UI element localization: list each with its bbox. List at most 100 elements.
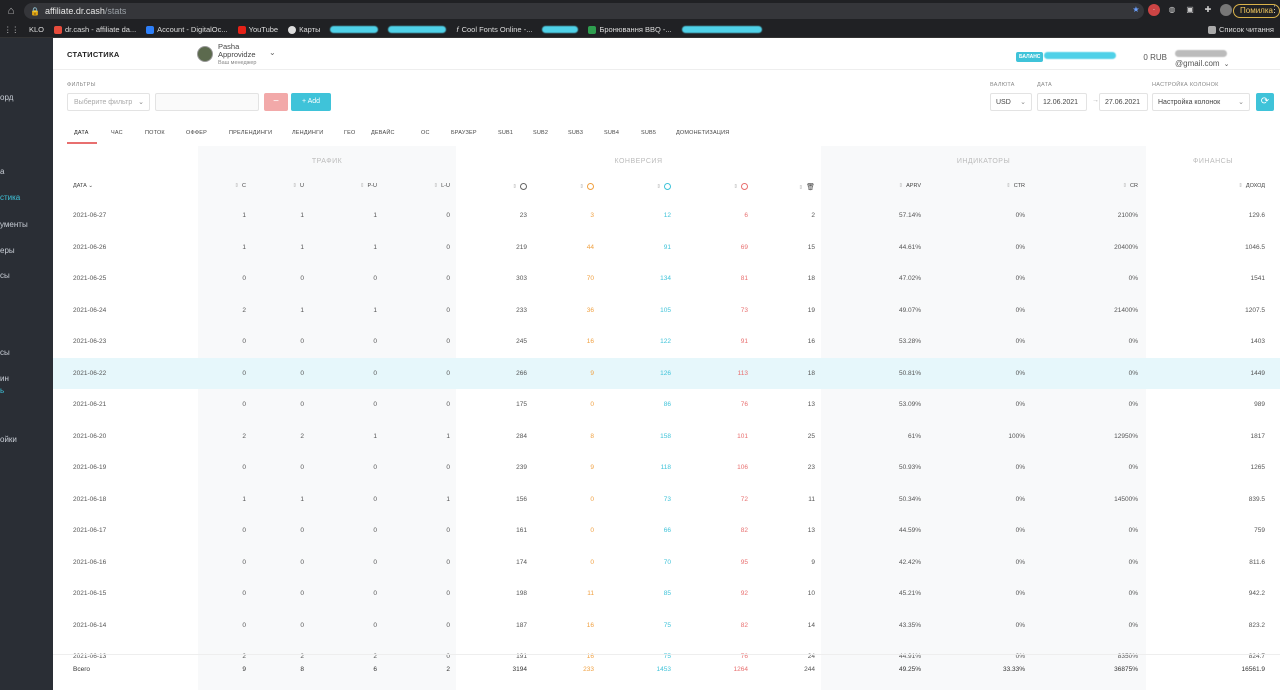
table-row[interactable]: 2021-06-21 0 0 0 0 175 0 86 76 13 53.09% 0% 0% 989 (53, 389, 1280, 421)
reading-list[interactable]: Список читання (1207, 25, 1274, 34)
tab-лендинги[interactable]: ЛЕНДИНГИ (292, 126, 323, 144)
header-доход[interactable]: ⇕ ДОХОД (1205, 183, 1265, 189)
header-aprv[interactable]: ⇕ APRV (861, 183, 922, 189)
sort-icon[interactable]: ⇕ (234, 183, 239, 189)
table-row[interactable]: 2021-06-24 2 1 1 0 233 36 105 73 19 49.07% 0% 21400%… (53, 295, 1280, 327)
sort-icon[interactable]: ⇕ (360, 183, 365, 189)
sort-icon[interactable]: ⇕ (656, 184, 661, 190)
filter-value-input[interactable] (155, 93, 259, 111)
table-row[interactable]: 2021-06-23 0 0 0 0 245 16 122 91 16 53.28% 0% 0% 1403 (53, 326, 1280, 358)
tab-sub2[interactable]: SUB2 (533, 126, 548, 144)
header-clock[interactable]: ⇕ (534, 183, 594, 190)
filter-select[interactable]: Выберите фильтр ⌄ (67, 93, 150, 111)
header-u[interactable]: ⇕ U (244, 183, 304, 189)
sidebar-item-subitem[interactable]: ь (0, 386, 4, 395)
table-row[interactable]: 2021-06-22 0 0 0 0 266 9 126 113 18 50.81% 0% 0% 1449 (53, 357, 1280, 389)
sort-icon[interactable]: ⇕ (579, 184, 584, 190)
address-bar[interactable]: 🔒 affiliate.dr.cash/stats (24, 3, 1144, 19)
table-row[interactable]: 2021-06-20 2 2 1 1 284 8 158 101 25 61% 100% 12950% 1… (53, 421, 1280, 453)
sidebar-item-offers[interactable]: еры (0, 246, 15, 255)
header-circle[interactable]: ⇕ (467, 183, 527, 190)
sort-icon[interactable]: ⇕ (292, 183, 297, 189)
table-row[interactable]: 2021-06-27 1 1 1 0 23 3 12 6 2 57.14% 0% 2100% 129.6 (53, 200, 1280, 232)
header-l-u[interactable]: ⇕ L-U (390, 183, 450, 189)
header-trash[interactable]: ⇕ 🗑 (755, 183, 816, 191)
bookmark-bbq[interactable]: Бронювання ВВQ -... (588, 25, 672, 34)
tab-час[interactable]: ЧАС (111, 126, 123, 144)
table-row[interactable]: 2021-06-19 0 0 0 0 239 9 118 106 23 50.93% 0% 0% 1265 (53, 452, 1280, 484)
home-icon[interactable]: ⌂ (0, 5, 22, 17)
sidebar-item-statistics[interactable]: стика (0, 193, 20, 202)
currency-select[interactable]: USD ⌄ (990, 93, 1032, 111)
table-row[interactable]: 2021-06-25 0 0 0 0 303 70 134 81 18 47.02% 0% 0% 1541 (53, 263, 1280, 295)
sidebar-item-settings[interactable]: ойки (0, 435, 17, 444)
sidebar-item-resources[interactable]: сы (0, 271, 10, 280)
sort-icon[interactable]: ⇕ (899, 183, 904, 189)
puzzle-icon[interactable]: ✚ (1202, 4, 1214, 16)
tab-домонетизация[interactable]: ДОМОНЕТИЗАЦИЯ (676, 126, 729, 144)
tab-sub3[interactable]: SUB3 (568, 126, 583, 144)
sidebar-item-plugins[interactable]: ин (0, 374, 9, 383)
header-check-circle[interactable]: ⇕ (611, 183, 671, 190)
table-cell: 284 (516, 432, 527, 440)
sort-icon[interactable]: ⇕ (512, 184, 517, 190)
star-icon[interactable]: ★ (1130, 4, 1142, 16)
header-cr[interactable]: ⇕ CR (1078, 183, 1138, 189)
sort-icon[interactable]: ⇕ (733, 184, 738, 190)
tab-гео[interactable]: ГЕО (344, 126, 356, 144)
bookmark-klo[interactable]: KLO (29, 25, 44, 34)
adblock-icon[interactable]: ▣ (1184, 4, 1196, 16)
bookmark-youtube[interactable]: YouTube (237, 25, 278, 34)
manager-card[interactable]: Pasha Approvidze Ваш менеджер ⌄ (197, 43, 276, 67)
sidebar-item-postbacks[interactable]: сы (0, 348, 10, 357)
sort-icon[interactable]: ⇕ (1238, 183, 1243, 189)
sort-icon[interactable]: ⇕ (1006, 183, 1011, 189)
header-c[interactable]: ⇕ C (186, 183, 246, 189)
refresh-button[interactable]: ⟳ (1256, 93, 1274, 111)
tab-дата[interactable]: ДАТА (67, 126, 97, 144)
sidebar-item-dashboard[interactable]: орд (0, 93, 13, 102)
extension-icon[interactable]: · (1148, 4, 1160, 16)
tab-браузер[interactable]: БРАУЗЕР (451, 126, 477, 144)
bookmark-maps[interactable]: Карты (288, 25, 320, 34)
date-from-input[interactable]: 12.06.2021 (1037, 93, 1087, 111)
chevron-down-icon[interactable]: ⌄ (269, 48, 276, 57)
tab-sub4[interactable]: SUB4 (604, 126, 619, 144)
tab-ос[interactable]: ОС (421, 126, 430, 144)
table-row[interactable]: 2021-06-26 1 1 1 0 219 44 91 69 15 44.61% 0% 20400% 1… (53, 232, 1280, 264)
shield-icon[interactable]: ◍ (1166, 4, 1178, 16)
sort-icon[interactable]: ⇕ (434, 183, 439, 189)
sidebar-item-instruments[interactable]: ументы (0, 220, 28, 229)
table-row[interactable]: 2021-06-14 0 0 0 0 187 16 75 82 14 43.35% 0% 0% 823.2 (53, 610, 1280, 642)
profile-icon[interactable] (1220, 4, 1232, 16)
tab-девайс[interactable]: ДЕВАЙС (371, 126, 395, 144)
header-x-circle[interactable]: ⇕ (688, 183, 748, 190)
apps-icon[interactable]: ⋮⋮ (4, 25, 19, 34)
add-filter-button[interactable]: + Add (291, 93, 331, 111)
bookmark-digitalocean[interactable]: Account - DigitalOc... (146, 25, 228, 34)
tab-оффер[interactable]: ОФФЕР (186, 126, 207, 144)
date-to-input[interactable]: 27.06.2021 (1099, 93, 1148, 111)
header-ctr[interactable]: ⇕ CTR (965, 183, 1025, 189)
bookmark-cool-fonts[interactable]: f Cool Fonts Online -... (456, 25, 532, 34)
columns-select[interactable]: Настройка колонок ⌄ (1152, 93, 1250, 111)
table-cell: 0 (300, 338, 304, 345)
table-cell: 0 (373, 621, 377, 629)
table-row[interactable]: 2021-06-15 0 0 0 0 198 11 85 92 10 45.21% 0% 0% 942.2 (53, 578, 1280, 610)
sort-icon[interactable]: ⇕ (1122, 183, 1127, 189)
bookmark-drcash[interactable]: dr.cash - affiliate da... (54, 25, 136, 34)
header-p-u[interactable]: ⇕ P-U (317, 183, 377, 189)
menu-icon[interactable]: ⋮ (1270, 4, 1279, 15)
user-menu[interactable]: @gmail.com ⌄ (1175, 50, 1280, 68)
sidebar-item-a[interactable]: а (0, 167, 4, 176)
tab-sub5[interactable]: SUB5 (641, 126, 656, 144)
table-row[interactable]: 2021-06-18 1 1 0 1 156 0 73 72 11 50.34% 0% 14500% 83… (53, 484, 1280, 516)
table-row[interactable]: 2021-06-16 0 0 0 0 174 0 70 95 9 42.42% 0% 0% 811.6 (53, 547, 1280, 579)
sort-icon[interactable]: ⇕ (799, 185, 804, 191)
tab-sub1[interactable]: SUB1 (498, 126, 513, 144)
tab-поток[interactable]: ПОТОК (145, 126, 165, 144)
table-row[interactable]: 2021-06-17 0 0 0 0 161 0 66 82 13 44.59% 0% 0% 759 (53, 515, 1280, 547)
header-date[interactable]: ДАТА ⌄ (73, 183, 93, 189)
remove-filter-button[interactable]: − (264, 93, 288, 111)
tab-прелендинги[interactable]: ПРЕЛЕНДИНГИ (229, 126, 272, 144)
